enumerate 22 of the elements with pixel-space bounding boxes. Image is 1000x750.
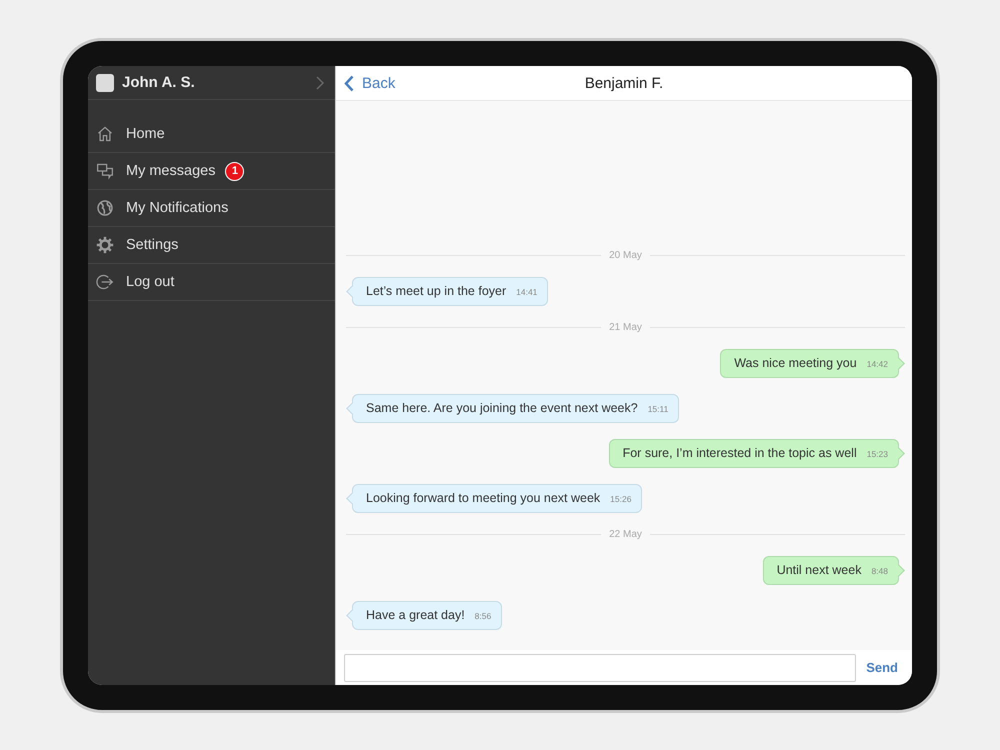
menu-item[interactable]: Settings (88, 227, 335, 264)
globe-icon (96, 199, 114, 217)
date-separator: 21 May (609, 322, 642, 333)
gear-icon (96, 236, 114, 254)
menu-item[interactable]: Home (88, 116, 335, 153)
unread-badge: 1 (225, 162, 244, 180)
date-separator: 22 May (609, 529, 642, 540)
logout-icon (96, 273, 114, 291)
menu-item[interactable]: My messages 1 (88, 153, 335, 190)
date-separator: 20 May (609, 250, 642, 261)
message-input[interactable] (344, 654, 856, 682)
avatar-icon (96, 74, 114, 92)
messages-icon (96, 162, 114, 180)
home-icon (96, 125, 114, 143)
send-button[interactable]: Send (866, 660, 898, 675)
menu-item[interactable]: My Notifications (88, 190, 335, 227)
chevron-icon[interactable] (316, 76, 325, 90)
chevron-left-icon (344, 74, 354, 92)
menu-item[interactable]: Log out (88, 264, 335, 301)
user-name[interactable]: John A. S. (122, 74, 308, 91)
back-button[interactable]: Back (336, 74, 396, 92)
chat-title: Benjamin F. (584, 74, 664, 92)
